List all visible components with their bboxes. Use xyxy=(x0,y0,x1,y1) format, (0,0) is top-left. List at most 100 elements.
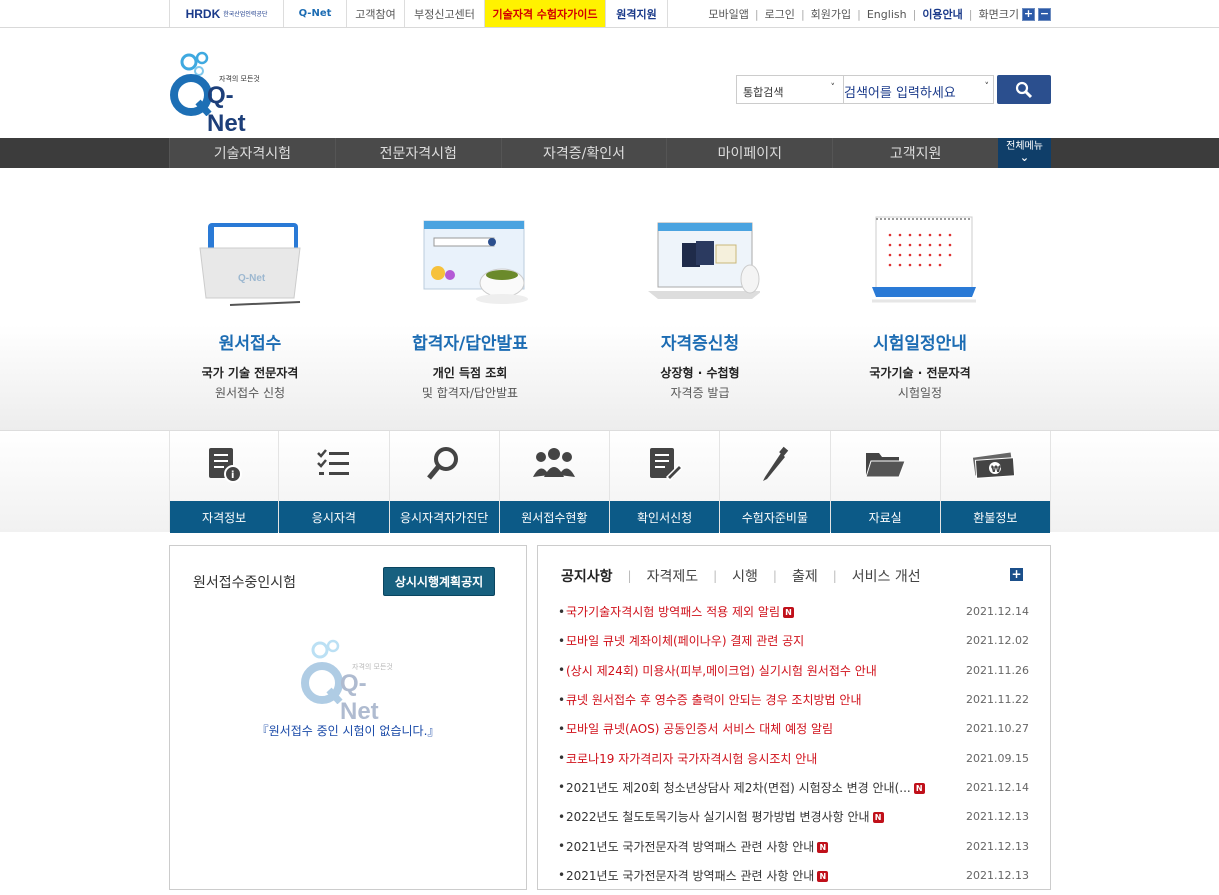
hero-schedule[interactable]: 시험일정안내 국가기술 · 전문자격 시험일정 xyxy=(835,168,1005,401)
notice-list: • 국가기술자격시험 방역패스 적용 제외 알림 N 2021.12.14 • 모바일 큐… xyxy=(558,597,1029,890)
notice-title[interactable]: 2021년도 국가전문자격 방역패스 관련 사항 안내 N xyxy=(566,838,966,855)
english-link[interactable]: English xyxy=(867,8,907,21)
tab-implementation[interactable]: 시행 xyxy=(732,566,758,586)
quick-label: 응시자격 xyxy=(279,501,389,533)
fraud-report-link[interactable]: 부정신고센터 xyxy=(405,0,485,27)
quick-label: 원서접수현황 xyxy=(499,501,609,533)
nav-certificate[interactable]: 자격증/확인서 xyxy=(500,138,667,168)
notice-title[interactable]: 2022년도 철도토목기능사 실기시험 평가방법 변경사항 안내 N xyxy=(566,808,966,825)
quick-archive[interactable]: 자료실 xyxy=(830,431,941,533)
hero-description: 시험일정 xyxy=(897,386,943,400)
document-info-icon: i xyxy=(209,448,243,483)
hero-subtitle: 국가기술 · 전문자격 xyxy=(869,366,971,380)
qnet-logo[interactable]: 자격의 모든것 Q-Net xyxy=(169,50,269,137)
notice-date: 2021.12.14 xyxy=(966,780,1029,794)
nav-technical-exam[interactable]: 기술자격시험 xyxy=(169,138,335,168)
hero-results[interactable]: 합격자/답안발표 개인 득점 조회 및 합격자/답안발표 xyxy=(385,168,555,401)
search-scope-select[interactable]: 통합검색 ˅ xyxy=(736,75,844,104)
quick-application-status[interactable]: 원서접수현황 xyxy=(499,431,610,533)
new-badge-icon: N xyxy=(782,607,794,619)
notice-date: 2021.12.13 xyxy=(966,839,1029,853)
notice-row[interactable]: • (상시 제24회) 미용사(피부,메이크업) 실기시험 원서접수 안내 2021… xyxy=(558,656,1029,685)
hero-title: 시험일정안내 xyxy=(873,334,967,354)
notice-row[interactable]: • 2022년도 철도토목기능사 실기시험 평가방법 변경사항 안내 N 2021.1… xyxy=(558,802,1029,831)
customer-participation-link[interactable]: 고객참여 xyxy=(347,0,405,27)
notice-date: 2021.12.13 xyxy=(966,868,1029,882)
mobile-app-link[interactable]: 모바일앱 xyxy=(708,6,748,22)
exam-guide-link[interactable]: 기술자격 수험자가이드 xyxy=(485,0,606,27)
quick-label: 자료실 xyxy=(830,501,940,533)
notice-row[interactable]: • 코로나19 자가격리자 국가자격시험 응시조치 안내 2021.09.15 xyxy=(558,743,1029,772)
zoom-in-button[interactable]: + xyxy=(1022,7,1035,21)
quick-eligibility[interactable]: 응시자격 xyxy=(279,431,390,533)
svg-text:i: i xyxy=(231,470,234,481)
tab-question-setting[interactable]: 출제 xyxy=(792,566,818,586)
all-menu-button[interactable]: 전체메뉴 ⌄ xyxy=(998,138,1051,168)
pencil-icon xyxy=(762,446,789,481)
notice-title-text: 2021년도 국가전문자격 방역패스 관련 사항 안내 xyxy=(566,868,815,883)
notice-title-text: 모바일 큐넷 계좌이체(페이나우) 결제 관련 공지 xyxy=(566,634,805,649)
quick-refund-info[interactable]: ₩ 환불정보 xyxy=(940,431,1051,533)
notice-title[interactable]: 국가기술자격시험 방역패스 적용 제외 알림 N xyxy=(566,603,966,620)
quick-exam-supplies[interactable]: 수험자준비물 xyxy=(720,431,831,533)
chevron-down-icon: ⌄ xyxy=(1019,151,1030,164)
login-link[interactable]: 로그인 xyxy=(765,6,795,22)
hero-application[interactable]: Q-Net 원서접수 국가 기술 전문자격 원서접수 신청 xyxy=(165,168,335,401)
tab-qualification-system[interactable]: 자격제도 xyxy=(647,566,699,586)
magnifier-icon xyxy=(427,447,459,480)
quick-self-diagnosis[interactable]: 응시자격자가진단 xyxy=(389,431,500,533)
notice-row[interactable]: • 모바일 큐넷(AOS) 공동인증서 서비스 대체 예정 알림 2021.10.2… xyxy=(558,714,1029,743)
notice-title-text: 2021년도 국가전문자격 방역패스 관련 사항 안내 xyxy=(566,839,815,854)
folder-icon xyxy=(865,453,906,478)
tab-service-improvement[interactable]: 서비스 개선 xyxy=(852,566,921,586)
notice-tabs: 공지사항 | 자격제도 | 시행 | 출제 | 서비스 개선 xyxy=(561,566,921,586)
hero-subtitle: 국가 기술 전문자격 xyxy=(201,366,299,380)
nav-mypage[interactable]: 마이페이지 xyxy=(666,138,833,168)
notice-row[interactable]: • 국가기술자격시험 방역패스 적용 제외 알림 N 2021.12.14 xyxy=(558,597,1029,626)
search-icon xyxy=(1015,81,1033,98)
bullet: • xyxy=(558,751,566,766)
checklist-icon xyxy=(316,449,349,475)
notice-row[interactable]: • 2021년도 국가전문자격 방역패스 관련 사항 안내 N 2021.12.13 xyxy=(558,861,1029,890)
zoom-out-button[interactable]: − xyxy=(1038,7,1051,21)
nav-professional-exam[interactable]: 전문자격시험 xyxy=(334,138,501,168)
chevron-down-icon: ˅ xyxy=(830,83,836,93)
quick-confirmation-request[interactable]: 확인서신청 xyxy=(610,431,721,533)
search-button[interactable] xyxy=(997,75,1051,104)
new-badge-icon: N xyxy=(817,870,829,882)
hrdk-logo-link[interactable]: HRDK 한국산업인력공단 xyxy=(169,0,284,27)
notice-title[interactable]: 2021년도 국가전문자격 방역패스 관련 사항 안내 N xyxy=(566,867,966,884)
notice-title[interactable]: 코로나19 자가격리자 국가자격시험 응시조치 안내 xyxy=(566,750,966,767)
notice-title[interactable]: 큐넷 원서접수 후 영수증 출력이 안되는 경우 조치방법 안내 xyxy=(566,691,966,708)
signup-link[interactable]: 회원가입 xyxy=(811,6,851,22)
usage-guide-link[interactable]: 이용안내 xyxy=(922,6,962,22)
nav-customer-support[interactable]: 고객지원 xyxy=(832,138,999,168)
more-plus-icon[interactable]: + xyxy=(1010,568,1023,581)
notice-row[interactable]: • 큐넷 원서접수 후 영수증 출력이 안되는 경우 조치방법 안내 2021.11… xyxy=(558,685,1029,714)
notice-title-text: 모바일 큐넷(AOS) 공동인증서 서비스 대체 예정 알림 xyxy=(566,722,834,737)
quick-qualification-info[interactable]: i 자격정보 xyxy=(169,431,280,533)
regular-exam-plan-button[interactable]: 상시시행계획공지 xyxy=(383,567,495,596)
notice-row[interactable]: • 모바일 큐넷 계좌이체(페이나우) 결제 관련 공지 2021.12.02 xyxy=(558,626,1029,655)
hrdk-logo-subtext: 한국산업인력공단 xyxy=(223,11,268,18)
bullet: • xyxy=(558,839,566,854)
notice-date: 2021.10.27 xyxy=(966,722,1029,736)
search-input[interactable]: 검색어를 입력하세요 ˅ xyxy=(844,75,994,104)
bullet: • xyxy=(558,663,566,678)
tab-notices[interactable]: 공지사항 xyxy=(561,566,613,586)
notice-title[interactable]: 2021년도 제20회 청소년상담사 제2차(면접) 시험장소 변경 안내(..… xyxy=(566,779,966,796)
hero-certificate[interactable]: 자격증신청 상장형 · 수첩형 자격증 발급 xyxy=(615,168,785,401)
notice-row[interactable]: • 2021년도 국가전문자격 방역패스 관련 사항 안내 N 2021.12.13 xyxy=(558,831,1029,860)
notice-title[interactable]: 모바일 큐넷 계좌이체(페이나우) 결제 관련 공지 xyxy=(566,632,966,649)
notice-title[interactable]: (상시 제24회) 미용사(피부,메이크업) 실기시험 원서접수 안내 xyxy=(566,662,966,679)
notice-row[interactable]: • 2021년도 제20회 청소년상담사 제2차(면접) 시험장소 변경 안내(.… xyxy=(558,773,1029,802)
quick-label: 환불정보 xyxy=(940,501,1050,533)
remote-support-link[interactable]: 원격지원 xyxy=(606,0,668,27)
bullet: • xyxy=(558,604,566,619)
money-icon: ₩ xyxy=(973,452,1016,479)
qnet-logo-link[interactable]: Q-Net xyxy=(284,0,347,27)
hero-title: 원서접수 xyxy=(218,334,282,354)
notice-date: 2021.12.13 xyxy=(966,810,1029,824)
notice-title[interactable]: 모바일 큐넷(AOS) 공동인증서 서비스 대체 예정 알림 xyxy=(566,720,966,737)
hero-title: 자격증신청 xyxy=(660,334,740,354)
